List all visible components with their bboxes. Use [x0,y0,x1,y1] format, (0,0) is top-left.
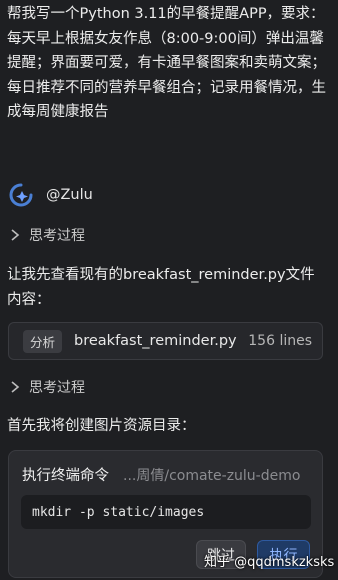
terminal-header: 执行终端命令 ...周倩/comate-zulu-demo [22,464,312,485]
terminal-path: ...周倩/comate-zulu-demo [123,467,301,484]
analysis-tag: 分析 [23,329,63,353]
zulu-logo-icon [9,183,33,207]
agent-header: @Zulu [8,180,93,210]
agent-name: @Zulu [46,187,93,203]
thinking-toggle[interactable]: 思考过程 [10,224,85,246]
chevron-right-icon [11,381,20,393]
chevron-right-icon [11,229,20,241]
file-line-count: 156 lines [248,333,312,349]
assistant-message-create-dir: 首先我将创建图片资源目录： [7,418,196,434]
thinking-label: 思考过程 [29,228,85,244]
file-name[interactable]: breakfast_reminder.py [74,333,248,349]
assistant-message-check-file: 让我先查看现有的breakfast_reminder.py文件内容： [7,267,315,308]
thinking-label: 思考过程 [29,380,85,396]
watermark: 知乎 @qqdmskzksks [204,555,335,570]
thinking-toggle-2[interactable]: 思考过程 [10,376,85,398]
terminal-title: 执行终端命令 [22,468,109,484]
file-analysis-card[interactable]: 分析 breakfast_reminder.py 156 lines [8,322,323,360]
user-prompt: 帮我写一个Python 3.11的早餐提醒APP，要求：每天早上根据女友作息（8… [7,6,326,120]
terminal-command: mkdir -p static/images [21,495,311,529]
